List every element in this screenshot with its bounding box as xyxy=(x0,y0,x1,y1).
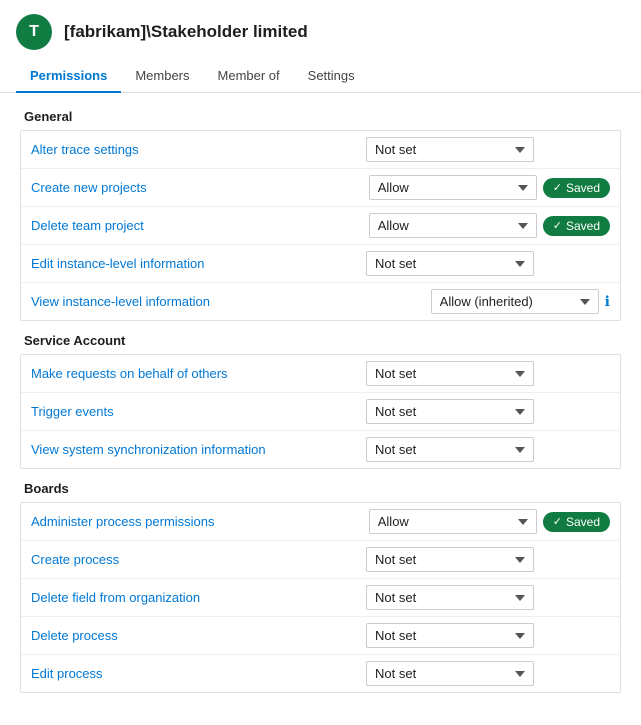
section-title: General xyxy=(20,109,621,124)
section-general: GeneralAlter trace settingsNot setAllowA… xyxy=(20,109,621,321)
perm-label: View instance-level information xyxy=(31,294,431,309)
perm-row: Delete team projectNot setAllowAllow (in… xyxy=(21,207,620,245)
perm-select[interactable]: Not setAllowAllow (inherited)Deny xyxy=(366,547,534,572)
avatar: T xyxy=(16,14,52,50)
perm-row: Edit processNot setAllowAllow (inherited… xyxy=(21,655,620,692)
perm-select[interactable]: Not setAllowAllow (inherited)Deny xyxy=(366,251,534,276)
perm-select[interactable]: Not setAllowAllow (inherited)Deny xyxy=(369,175,537,200)
perm-label: Edit instance-level information xyxy=(31,256,366,271)
perm-select[interactable]: Not setAllowAllow (inherited)Deny xyxy=(366,399,534,424)
check-icon: ✓ xyxy=(553,515,562,528)
perm-row: View system synchronization informationN… xyxy=(21,431,620,468)
perm-select[interactable]: Not setAllowAllow (inherited)Deny xyxy=(366,437,534,462)
saved-label: Saved xyxy=(566,515,600,529)
perm-row: Create new projectsNot setAllowAllow (in… xyxy=(21,169,620,207)
perm-select-wrap: Not setAllowAllow (inherited)Deny xyxy=(366,547,610,572)
section-rows: Alter trace settingsNot setAllowAllow (i… xyxy=(20,130,621,321)
perm-select[interactable]: Not setAllowAllow (inherited)Deny xyxy=(431,289,599,314)
section-boards: BoardsAdminister process permissionsNot … xyxy=(20,481,621,693)
perm-select-wrap: Not setAllowAllow (inherited)Deny xyxy=(366,623,610,648)
check-icon: ✓ xyxy=(553,219,562,232)
section-rows: Make requests on behalf of othersNot set… xyxy=(20,354,621,469)
check-icon: ✓ xyxy=(553,181,562,194)
perm-label: Create process xyxy=(31,552,366,567)
perm-label: Delete process xyxy=(31,628,366,643)
perm-label: Create new projects xyxy=(31,180,369,195)
nav-tabs: PermissionsMembersMember ofSettings xyxy=(0,60,641,93)
perm-select[interactable]: Not setAllowAllow (inherited)Deny xyxy=(366,623,534,648)
perm-label: Alter trace settings xyxy=(31,142,366,157)
perm-select-wrap: Not setAllowAllow (inherited)Deny xyxy=(366,251,610,276)
saved-badge: ✓ Saved xyxy=(543,512,610,532)
perm-select[interactable]: Not setAllowAllow (inherited)Deny xyxy=(366,361,534,386)
perm-row: Delete processNot setAllowAllow (inherit… xyxy=(21,617,620,655)
perm-select[interactable]: Not setAllowAllow (inherited)Deny xyxy=(369,213,537,238)
saved-badge: ✓ Saved xyxy=(543,216,610,236)
perm-select-wrap: Not setAllowAllow (inherited)Deny xyxy=(366,137,610,162)
perm-label: Edit process xyxy=(31,666,366,681)
section-title: Boards xyxy=(20,481,621,496)
perm-select[interactable]: Not setAllowAllow (inherited)Deny xyxy=(366,661,534,686)
tab-members[interactable]: Members xyxy=(121,60,203,93)
perm-select-wrap: Not setAllowAllow (inherited)Deny ✓ Saved xyxy=(369,213,610,238)
perm-select[interactable]: Not setAllowAllow (inherited)Deny xyxy=(366,137,534,162)
perm-select-wrap: Not setAllowAllow (inherited)Deny xyxy=(366,399,610,424)
section-rows: Administer process permissionsNot setAll… xyxy=(20,502,621,693)
tab-member-of[interactable]: Member of xyxy=(204,60,294,93)
perm-row: Administer process permissionsNot setAll… xyxy=(21,503,620,541)
page-title: [fabrikam]\Stakeholder limited xyxy=(64,22,308,42)
perm-select-wrap: Not setAllowAllow (inherited)Deny xyxy=(366,361,610,386)
perm-select-wrap: Not setAllowAllow (inherited)Deny xyxy=(366,437,610,462)
perm-row: Delete field from organizationNot setAll… xyxy=(21,579,620,617)
perm-row: View instance-level informationNot setAl… xyxy=(21,283,620,320)
perm-select-wrap: Not setAllowAllow (inherited)Deny xyxy=(366,661,610,686)
section-service-account: Service Account Make requests on behalf o… xyxy=(20,333,621,469)
perm-row: Create processNot setAllowAllow (inherit… xyxy=(21,541,620,579)
perm-select-wrap: Not setAllowAllow (inherited)Deny ℹ xyxy=(431,289,610,314)
saved-label: Saved xyxy=(566,219,600,233)
perm-label: Delete field from organization xyxy=(31,590,366,605)
perm-label: Administer process permissions xyxy=(31,514,369,529)
perm-label: Make requests on behalf of others xyxy=(31,366,366,381)
perm-row: Trigger eventsNot setAllowAllow (inherit… xyxy=(21,393,620,431)
perm-label: Delete team project xyxy=(31,218,369,233)
info-icon[interactable]: ℹ xyxy=(605,293,610,310)
perm-select-wrap: Not setAllowAllow (inherited)Deny ✓ Saved xyxy=(369,175,610,200)
section-title: Service Account xyxy=(20,333,621,348)
perm-label: View system synchronization information xyxy=(31,442,366,457)
saved-badge: ✓ Saved xyxy=(543,178,610,198)
perm-row: Alter trace settingsNot setAllowAllow (i… xyxy=(21,131,620,169)
tab-permissions[interactable]: Permissions xyxy=(16,60,121,93)
saved-label: Saved xyxy=(566,181,600,195)
perm-select[interactable]: Not setAllowAllow (inherited)Deny xyxy=(369,509,537,534)
perm-label: Trigger events xyxy=(31,404,366,419)
perm-row: Make requests on behalf of othersNot set… xyxy=(21,355,620,393)
perm-select-wrap: Not setAllowAllow (inherited)Deny ✓ Saved xyxy=(369,509,610,534)
perm-select[interactable]: Not setAllowAllow (inherited)Deny xyxy=(366,585,534,610)
perm-select-wrap: Not setAllowAllow (inherited)Deny xyxy=(366,585,610,610)
tab-settings[interactable]: Settings xyxy=(294,60,369,93)
perm-row: Edit instance-level informationNot setAl… xyxy=(21,245,620,283)
page-header: T [fabrikam]\Stakeholder limited xyxy=(0,0,641,60)
content-area: GeneralAlter trace settingsNot setAllowA… xyxy=(0,93,641,721)
